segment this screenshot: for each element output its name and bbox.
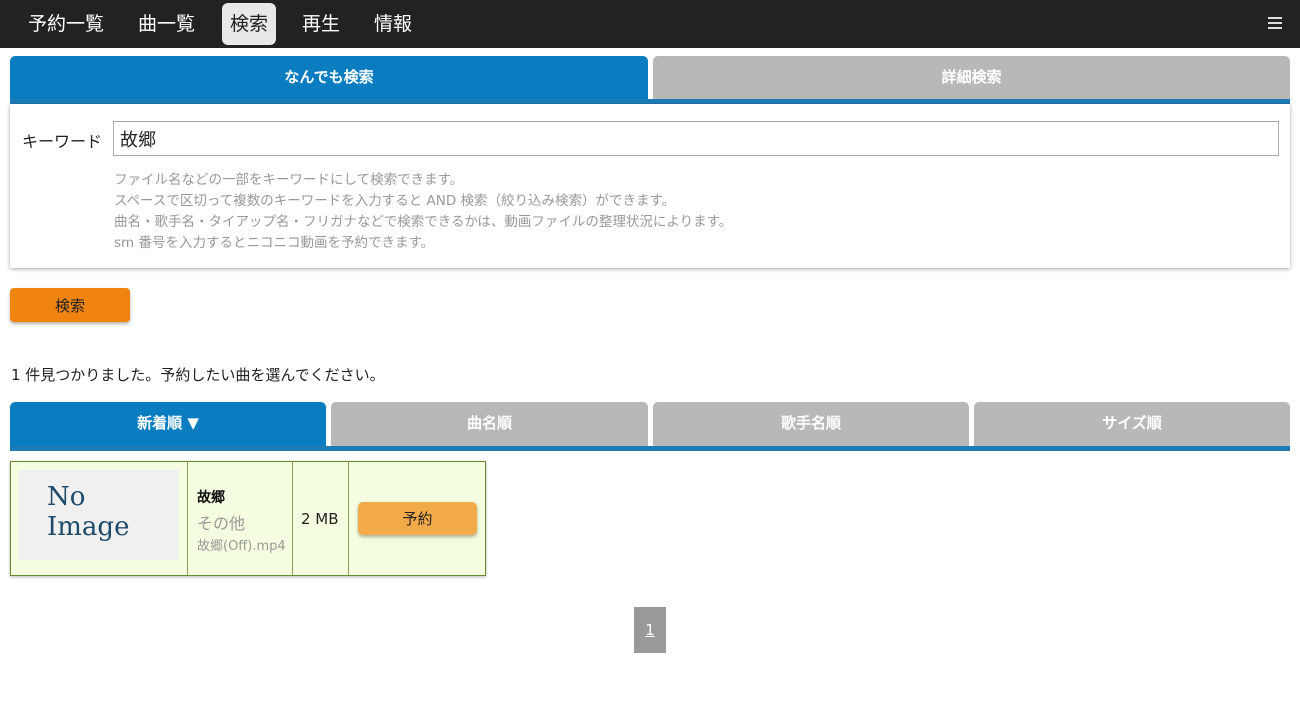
cell-divider: [187, 462, 188, 575]
help-text-1: ファイル名などの一部をキーワードにして検索できます。: [114, 172, 464, 188]
top-navbar: 予約一覧 曲一覧 検索 再生 情報: [0, 0, 1300, 48]
nav-item-reservations[interactable]: 予約一覧: [20, 3, 112, 45]
tab-sort-title[interactable]: 曲名順: [331, 402, 648, 446]
help-text-3: 曲名・歌手名・タイアップ名・フリガナなどで検索できるかは、動画ファイルの整理状況…: [114, 214, 733, 230]
tab-sort-artist[interactable]: 歌手名順: [653, 402, 969, 446]
tab-sort-size[interactable]: サイズ順: [974, 402, 1290, 446]
tab-sort-newest[interactable]: 新着順 ▼: [10, 402, 326, 446]
no-image-thumbnail: No Image: [19, 470, 179, 560]
song-title: 故郷: [197, 490, 225, 506]
song-file-name: 故郷(Off).mp4: [197, 539, 286, 554]
sort-tab-underline: [10, 446, 1290, 451]
nav-item-search[interactable]: 検索: [222, 3, 277, 45]
keyword-input[interactable]: [113, 121, 1279, 156]
result-count-message: 1 件見つかりました。予約したい曲を選んでください。: [11, 366, 385, 384]
nav-item-songs[interactable]: 曲一覧: [130, 3, 203, 45]
tab-simple-search[interactable]: なんでも検索: [10, 56, 648, 100]
result-card[interactable]: No Image 故郷 その他 故郷(Off).mp4 2 MB 予約: [10, 461, 486, 576]
thumbnail-text-no: No: [47, 482, 86, 512]
reserve-button[interactable]: 予約: [358, 502, 477, 535]
hamburger-menu-icon[interactable]: [1266, 12, 1284, 34]
cell-divider: [292, 462, 293, 575]
song-size: 2 MB: [301, 510, 339, 528]
thumbnail-text-image: Image: [47, 512, 130, 542]
tab-detailed-search[interactable]: 詳細検索: [653, 56, 1290, 100]
pagination-page-1[interactable]: 1: [634, 607, 666, 653]
search-button[interactable]: 検索: [10, 288, 130, 322]
nav-item-info[interactable]: 情報: [366, 3, 420, 45]
nav-item-play[interactable]: 再生: [294, 3, 348, 45]
song-artist: その他: [197, 514, 246, 533]
help-text-2: スペースで区切って複数のキーワードを入力すると AND 検索（絞り込み検索）がで…: [114, 193, 676, 209]
cell-divider: [348, 462, 349, 575]
help-text-4: sm 番号を入力するとニコニコ動画を予約できます。: [114, 235, 435, 251]
keyword-label: キーワード: [22, 132, 103, 151]
search-panel: キーワード ファイル名などの一部をキーワードにして検索できます。 スペースで区切…: [10, 104, 1290, 268]
